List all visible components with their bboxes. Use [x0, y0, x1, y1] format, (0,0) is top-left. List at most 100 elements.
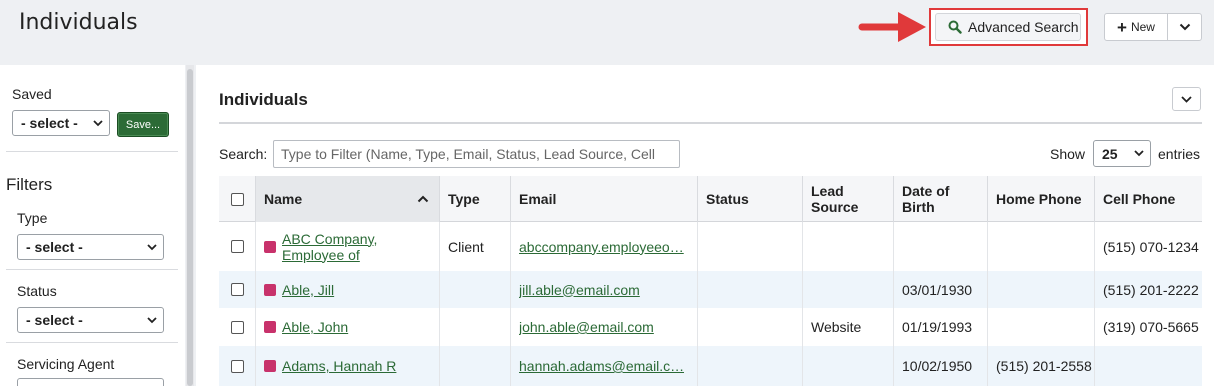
- type-cell: [439, 271, 510, 308]
- column-header-label: Cell Phone: [1103, 191, 1176, 207]
- cell-phone-cell: (515) 070-1234: [1094, 222, 1202, 271]
- table-row: ABC Company, Employee of Client abccompa…: [219, 222, 1202, 271]
- entries-select[interactable]: 25: [1093, 140, 1151, 167]
- collapse-button[interactable]: [1172, 87, 1201, 111]
- individual-name-link[interactable]: Able, John: [282, 319, 348, 335]
- status-cell: [697, 271, 802, 308]
- save-filter-button[interactable]: Save...: [117, 112, 169, 137]
- chevron-down-icon: [1179, 23, 1190, 31]
- row-checkbox[interactable]: [230, 283, 244, 296]
- saved-label: Saved: [12, 86, 52, 102]
- dob-cell: 03/01/1930: [893, 271, 987, 308]
- dob-cell: [893, 222, 987, 271]
- status-cell: [697, 308, 802, 346]
- type-filter-select[interactable]: - select -: [17, 234, 164, 260]
- new-button[interactable]: + New: [1104, 13, 1168, 41]
- status-cell: [697, 222, 802, 271]
- type-filter-label: Type: [17, 210, 48, 226]
- sort-ascending-icon: [417, 195, 429, 203]
- status-filter-label: Status: [17, 283, 57, 299]
- chevron-down-icon: [1181, 95, 1192, 103]
- chevron-down-icon: [93, 119, 103, 126]
- select-all-checkbox[interactable]: [230, 192, 244, 206]
- cell-phone-cell: [1094, 346, 1202, 386]
- individual-name-link[interactable]: Able, Jill: [282, 282, 334, 298]
- name-cell: ABC Company, Employee of: [255, 222, 439, 271]
- divider: [6, 269, 178, 270]
- row-select-cell: [219, 308, 255, 346]
- section-title: Individuals: [219, 90, 308, 109]
- email-link[interactable]: hannah.adams@email.c…: [519, 358, 684, 374]
- column-header-label: Name: [264, 191, 303, 207]
- saved-select[interactable]: - select -: [12, 110, 110, 136]
- servicing-agent-label: Servicing Agent: [17, 356, 115, 372]
- row-select-cell: [219, 346, 255, 386]
- column-header-label: Email: [519, 191, 557, 207]
- column-header-lead-source[interactable]: Lead Source: [802, 176, 893, 222]
- record-marker-icon: [264, 283, 276, 296]
- email-cell: hannah.adams@email.c…: [510, 346, 697, 386]
- email-link[interactable]: jill.able@email.com: [519, 282, 640, 298]
- cell-phone-cell: (515) 201-2222: [1094, 271, 1202, 308]
- chevron-down-icon: [147, 243, 157, 250]
- advanced-search-label: Advanced Search: [968, 19, 1079, 35]
- individual-name-link[interactable]: ABC Company, Employee of: [282, 231, 392, 263]
- column-header-label: Date of Birth: [902, 183, 950, 215]
- column-header-email[interactable]: Email: [510, 176, 697, 222]
- column-header-label: Lead Source: [811, 183, 859, 215]
- filters-heading: Filters: [6, 175, 53, 194]
- callout-arrow-icon: [858, 12, 926, 42]
- search-label: Search:: [219, 146, 268, 162]
- type-cell: [439, 308, 510, 346]
- type-filter-value: - select -: [26, 239, 83, 255]
- email-cell: john.able@email.com: [510, 308, 697, 346]
- email-link[interactable]: abccompany.employeeo…: [519, 239, 684, 255]
- servicing-agent-select[interactable]: [17, 378, 164, 386]
- new-button-label: New: [1130, 20, 1155, 34]
- column-header-home-phone[interactable]: Home Phone: [987, 176, 1094, 222]
- status-cell: [697, 346, 802, 386]
- status-filter-select[interactable]: - select -: [17, 307, 164, 333]
- lead-source-cell: [802, 222, 893, 271]
- show-label: Show: [1050, 146, 1086, 162]
- column-header-name[interactable]: Name: [255, 176, 439, 222]
- row-checkbox[interactable]: [230, 359, 244, 373]
- name-cell: Adams, Hannah R: [255, 346, 439, 386]
- section-divider: [219, 122, 1202, 124]
- column-header-label: Type: [448, 191, 480, 207]
- cell-phone-cell: (319) 070-5665: [1094, 308, 1202, 346]
- name-cell: Able, Jill: [255, 271, 439, 308]
- scrollbar-thumb[interactable]: [187, 69, 193, 386]
- home-phone-cell: [987, 308, 1094, 346]
- email-link[interactable]: john.able@email.com: [519, 319, 654, 335]
- table-row: Able, Jill jill.able@email.com 03/01/193…: [219, 271, 1202, 308]
- status-filter-value: - select -: [26, 312, 83, 328]
- email-cell: jill.able@email.com: [510, 271, 697, 308]
- column-header-date-of-birth[interactable]: Date of Birth: [893, 176, 987, 222]
- lead-source-cell: [802, 271, 893, 308]
- chevron-down-icon: [1134, 150, 1144, 157]
- individual-name-link[interactable]: Adams, Hannah R: [282, 358, 396, 374]
- row-checkbox[interactable]: [230, 240, 244, 253]
- dob-cell: 10/02/1950: [893, 346, 987, 386]
- sidebar-scrollbar[interactable]: [186, 65, 194, 386]
- select-all-cell: [219, 176, 255, 222]
- lead-source-cell: [802, 346, 893, 386]
- search-input[interactable]: [273, 140, 680, 168]
- chevron-down-icon: [147, 316, 157, 323]
- lead-source-cell: Website: [802, 308, 893, 346]
- page-title: Individuals: [19, 10, 138, 35]
- column-header-status[interactable]: Status: [697, 176, 802, 222]
- name-cell: Able, John: [255, 308, 439, 346]
- row-select-cell: [219, 271, 255, 308]
- column-header-label: Home Phone: [996, 191, 1082, 207]
- column-header-cell-phone[interactable]: Cell Phone: [1094, 176, 1202, 222]
- plus-icon: +: [1117, 17, 1127, 37]
- column-header-type[interactable]: Type: [439, 176, 510, 222]
- new-dropdown-button[interactable]: [1167, 13, 1202, 41]
- row-checkbox[interactable]: [230, 320, 244, 334]
- home-phone-cell: (515) 201-2558: [987, 346, 1094, 386]
- row-select-cell: [219, 222, 255, 271]
- advanced-search-button[interactable]: Advanced Search: [935, 13, 1081, 41]
- record-marker-icon: [264, 240, 276, 253]
